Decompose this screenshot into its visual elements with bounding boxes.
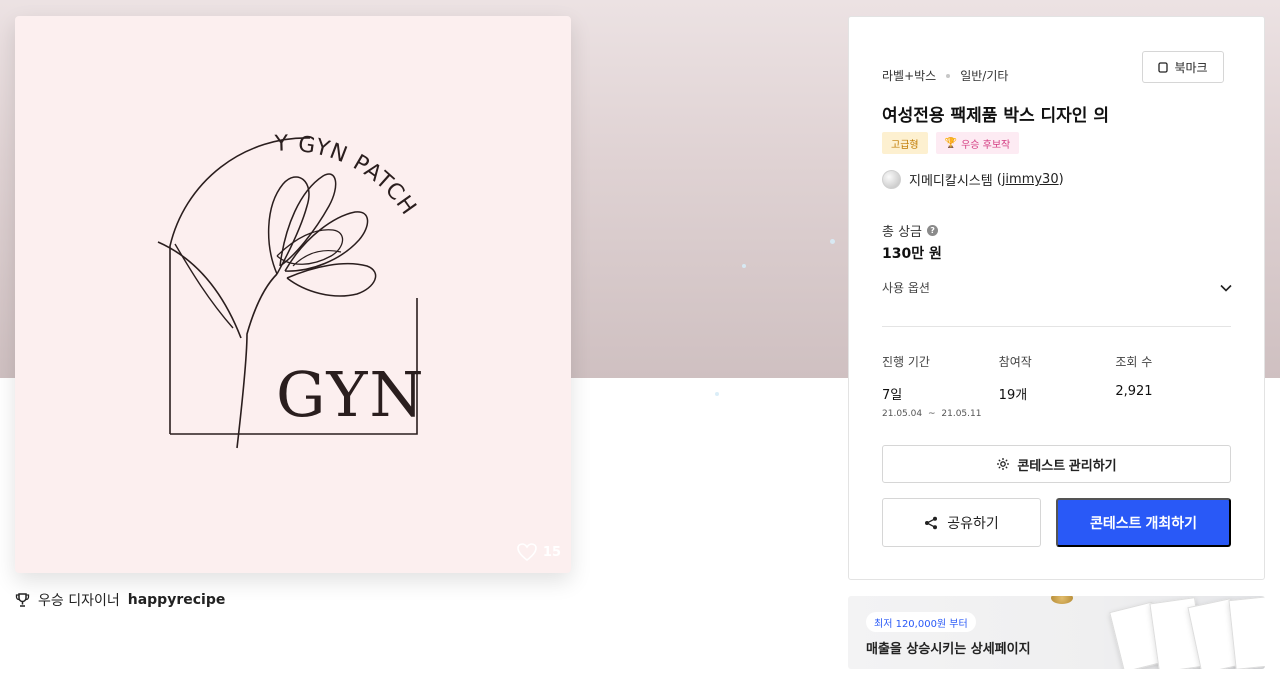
period-tilde: ~ — [927, 409, 936, 419]
host-name: 지메디칼시스템 — [909, 174, 993, 189]
stat-views-value: 2,921 — [1115, 384, 1153, 399]
stat-entries: 참여작 19개 — [999, 353, 1116, 419]
share-button[interactable]: 공유하기 — [882, 498, 1041, 547]
like-count: 15 — [542, 544, 561, 560]
help-icon[interactable]: ? — [927, 225, 939, 236]
stat-period-value: 7일 — [882, 388, 903, 403]
bookmark-button[interactable]: 북마크 — [1142, 51, 1224, 83]
winner-designer-name[interactable]: happyrecipe — [128, 592, 226, 608]
stat-period: 진행 기간 7일 21.05.04 ~ 21.05.11 — [882, 353, 999, 419]
contest-info-card: 라벨+박스 일반/기타 북마크 여성전용 팩제품 박스 디자인 의 고급형 🏆 … — [848, 16, 1265, 580]
bookmark-icon — [1158, 61, 1169, 73]
ad-thumbnail — [1228, 596, 1265, 669]
ad-headline: 매출을 상승시키는 상세페이지 — [866, 642, 1031, 657]
breadcrumb-subcategory[interactable]: 일반/기타 — [960, 67, 1008, 84]
trophy-icon: 🏆 — [944, 137, 958, 149]
gyn-logo-artwork: Y GYN PATCH GYN — [157, 131, 426, 449]
contest-title: 여성전용 팩제품 박스 디자인 의 — [882, 106, 1109, 126]
divider — [882, 326, 1231, 327]
avatar — [882, 170, 901, 189]
sparkle-decoration — [715, 392, 719, 396]
stat-period-dates: 21.05.04 ~ 21.05.11 — [882, 409, 999, 419]
period-end-date: 21.05.11 — [941, 409, 982, 419]
winning-candidate-label: 우승 후보작 — [961, 139, 1011, 151]
stat-entries-label: 참여작 — [998, 355, 1032, 369]
contest-stats: 진행 기간 7일 21.05.04 ~ 21.05.11 참여작 19개 조회 … — [882, 353, 1232, 419]
usage-options-label: 사용 옵션 — [882, 281, 930, 295]
stat-entries-value: 19개 — [998, 388, 1028, 403]
logo-arc-text: Y GYN PATCH — [273, 131, 421, 220]
detail-page-ad-banner[interactable]: 최저 120,000원 부터 매출을 상승시키는 상세페이지 — [848, 596, 1265, 669]
logo-main-text: GYN — [276, 358, 426, 431]
breadcrumb: 라벨+박스 일반/기타 — [882, 67, 1008, 84]
period-start-date: 21.05.04 — [882, 409, 923, 419]
stat-views-label: 조회 수 — [1115, 355, 1153, 369]
usage-options-toggle[interactable]: 사용 옵션 — [882, 279, 1232, 296]
breadcrumb-category[interactable]: 라벨+박스 — [882, 67, 936, 84]
winner-designer: 우승 디자이너 happyrecipe — [15, 590, 225, 610]
trophy-icon — [15, 593, 30, 607]
badge-list: 고급형 🏆 우승 후보작 — [882, 132, 1020, 154]
stat-period-label: 진행 기간 — [882, 355, 930, 369]
winner-prefix: 우승 디자이너 — [38, 593, 120, 609]
manage-contest-button[interactable]: 콘테스트 관리하기 — [882, 445, 1231, 483]
manage-contest-label: 콘테스트 관리하기 — [1017, 457, 1117, 473]
winning-artwork[interactable]: Y GYN PATCH GYN 15 — [15, 16, 571, 573]
total-prize-value: 130만 원 — [882, 246, 942, 262]
contest-host[interactable]: 지메디칼시스템 (jimmy30) — [882, 170, 1064, 189]
share-label: 공유하기 — [947, 514, 999, 531]
stat-views: 조회 수 2,921 — [1115, 353, 1232, 419]
total-prize-label: 총 상금 ? — [882, 221, 939, 240]
winning-candidate-badge: 🏆 우승 후보작 — [935, 132, 1020, 154]
premium-badge: 고급형 — [882, 132, 928, 154]
bookmark-label: 북마크 — [1174, 60, 1208, 75]
host-handle[interactable]: jimmy30 — [1002, 172, 1059, 187]
share-icon — [925, 516, 938, 529]
total-prize-text: 총 상금 — [882, 225, 923, 240]
like-counter[interactable]: 15 — [517, 543, 561, 561]
gear-icon — [997, 458, 1010, 470]
ad-price-chip: 최저 120,000원 부터 — [866, 612, 976, 632]
sparkle-decoration — [830, 239, 835, 244]
heart-icon — [517, 543, 537, 561]
breadcrumb-separator — [946, 73, 951, 78]
sparkle-decoration — [742, 264, 746, 268]
coin-decoration — [1051, 596, 1073, 604]
chevron-down-icon — [1220, 284, 1232, 292]
host-paren-close: ) — [1058, 172, 1064, 187]
host-contest-button[interactable]: 콘테스트 개최하기 — [1056, 498, 1231, 547]
host-contest-label: 콘테스트 개최하기 — [1090, 514, 1197, 531]
